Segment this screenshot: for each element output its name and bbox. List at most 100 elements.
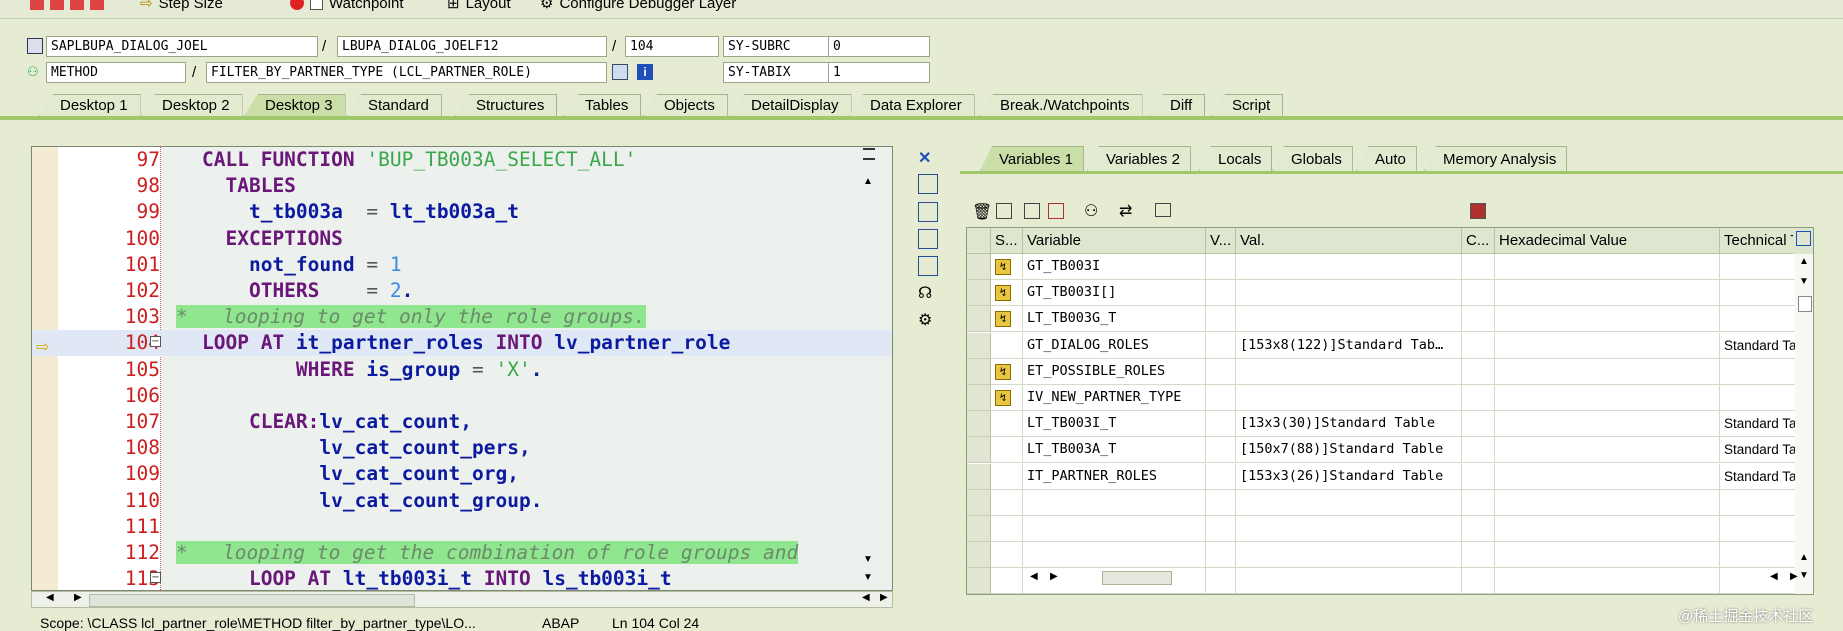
variable-cell[interactable] <box>1023 542 1206 569</box>
scroll-left-icon[interactable]: ◀ <box>1030 571 1038 582</box>
row-selector[interactable] <box>967 332 991 359</box>
hierarchy-icon[interactable]: ⚇ <box>1084 201 1098 221</box>
table-row[interactable] <box>967 542 1813 569</box>
code-line[interactable]: 101 not_found = 1 <box>32 252 892 278</box>
close-icon[interactable]: ✕ <box>918 148 936 167</box>
status-cell[interactable] <box>991 463 1023 490</box>
fold-toggle-icon[interactable]: − <box>150 572 161 584</box>
value-cell[interactable]: [150x7(88)]Standard Table <box>1236 437 1462 464</box>
value-cell[interactable]: [13x3(30)]Standard Table <box>1236 411 1462 438</box>
tab-diff[interactable]: Diff <box>1149 94 1206 116</box>
table-row[interactable]: ↯ IV_NEW_PARTNER_TYPE <box>967 385 1813 411</box>
scroll-up-icon[interactable]: ▲ <box>1799 552 1809 563</box>
value-cell[interactable] <box>1236 385 1462 411</box>
code-line[interactable]: 108 lv_cat_count_pers, <box>32 435 892 461</box>
step-return-icon[interactable] <box>70 0 84 10</box>
step-over-icon[interactable] <box>50 0 64 10</box>
variable-cell[interactable] <box>1023 489 1206 516</box>
tab-tables[interactable]: Tables <box>564 94 642 116</box>
watch-variable-icon[interactable]: ↯ <box>995 363 1011 380</box>
table-row[interactable]: ↯ ET_POSSIBLE_ROLES <box>967 358 1813 385</box>
code-line[interactable]: 111 <box>32 514 892 540</box>
table-row[interactable]: ↯ GT_TB003I[] <box>967 280 1813 307</box>
watch-variable-icon[interactable]: ↯ <box>995 285 1011 302</box>
table-row[interactable]: GT_DIALOG_ROLES [153x8(122)]Standard Tab…… <box>967 332 1813 359</box>
v-cell[interactable] <box>1206 411 1236 438</box>
status-cell[interactable] <box>991 411 1023 438</box>
row-selector[interactable] <box>967 358 991 385</box>
c-cell[interactable] <box>1462 463 1495 490</box>
v-cell[interactable] <box>1206 437 1236 464</box>
status-cell[interactable]: ↯ <box>991 306 1023 333</box>
scroll-right-icon[interactable]: ▶ <box>1790 571 1798 582</box>
variable-cell[interactable]: IV_NEW_PARTNER_TYPE <box>1023 385 1206 411</box>
hex-cell[interactable] <box>1495 411 1720 438</box>
scroll-right-icon[interactable]: ▶ <box>74 592 82 603</box>
value-cell[interactable]: [153x3(26)]Standard Table <box>1236 463 1462 490</box>
code-line[interactable]: 98 TABLES <box>32 173 892 199</box>
scroll-top-icon[interactable] <box>863 148 875 160</box>
v-cell[interactable] <box>1206 358 1236 385</box>
hex-cell[interactable] <box>1495 280 1720 307</box>
c-cell[interactable] <box>1462 542 1495 569</box>
code-line[interactable]: 105 WHERE is_group = 'X'. <box>32 357 892 383</box>
v-cell[interactable] <box>1206 385 1236 411</box>
value-cell[interactable] <box>1236 254 1462 280</box>
tab-globals[interactable]: Globals <box>1272 146 1353 171</box>
event-type-field[interactable]: METHOD <box>46 62 186 83</box>
scroll-thumb[interactable] <box>1102 571 1172 585</box>
change-icon[interactable] <box>1048 203 1064 219</box>
tab-locals[interactable]: Locals <box>1199 146 1273 171</box>
scroll-thumb[interactable] <box>1798 296 1812 312</box>
status-cell[interactable] <box>991 489 1023 516</box>
v-cell[interactable] <box>1206 542 1236 569</box>
code-line[interactable]: 100 EXCEPTIONS <box>32 226 892 252</box>
status-cell[interactable]: ↯ <box>991 280 1023 307</box>
scroll-left-icon[interactable]: ◀ <box>46 592 54 603</box>
value-cell[interactable] <box>1236 516 1462 542</box>
scroll-up-icon[interactable]: ▲ <box>863 176 873 187</box>
v-cell[interactable] <box>1206 306 1236 333</box>
table-row[interactable]: LT_TB003I_T [13x3(30)]Standard Table Stand… <box>967 411 1813 438</box>
table-row[interactable] <box>967 489 1813 516</box>
tab-detaildisplay[interactable]: DetailDisplay <box>730 94 852 116</box>
value-cell[interactable] <box>1236 306 1462 333</box>
code-line[interactable]: 102 OTHERS = 2. <box>32 278 892 304</box>
replace-tool-icon[interactable] <box>918 202 938 222</box>
row-selector[interactable] <box>967 437 991 464</box>
code-line[interactable]: 107 CLEAR:lv_cat_count, <box>32 409 892 435</box>
code-line[interactable]: 110 lv_cat_count_group. <box>32 488 892 514</box>
status-cell[interactable]: ↯ <box>991 385 1023 411</box>
hex-cell[interactable] <box>1495 254 1720 280</box>
grid-hscrollbar[interactable]: ◀ ▶ ◀ ▶ <box>1020 569 1820 587</box>
status-cell[interactable] <box>991 516 1023 542</box>
hex-cell[interactable] <box>1495 516 1720 542</box>
tab-breakpoints[interactable]: Break./Watchpoints <box>979 94 1143 116</box>
row-selector[interactable] <box>967 254 991 280</box>
scroll-left-icon[interactable]: ◀ <box>1770 571 1778 582</box>
c-cell[interactable] <box>1462 516 1495 542</box>
status-cell[interactable] <box>991 542 1023 569</box>
col-header-v[interactable]: V... <box>1206 228 1236 254</box>
tab-desktop-3[interactable]: Desktop 3 <box>244 94 346 116</box>
row-selector[interactable] <box>967 542 991 569</box>
row-selector[interactable] <box>967 516 991 542</box>
watch-variable-icon[interactable]: ↯ <box>995 259 1011 275</box>
tab-desktop-1[interactable]: Desktop 1 <box>39 94 141 116</box>
scroll-thumb[interactable] <box>89 594 415 607</box>
tab-objects[interactable]: Objects <box>643 94 728 116</box>
variable-cell[interactable]: LT_TB003A_T <box>1023 437 1206 464</box>
layout-button[interactable]: ⊞ Layout <box>447 0 511 13</box>
row-selector[interactable] <box>967 385 991 411</box>
c-cell[interactable] <box>1462 437 1495 464</box>
variable-cell[interactable]: GT_TB003I[] <box>1023 280 1206 307</box>
c-cell[interactable] <box>1462 280 1495 307</box>
c-cell[interactable] <box>1462 385 1495 411</box>
row-selector[interactable] <box>967 280 991 307</box>
scroll-right-icon[interactable]: ▶ <box>880 592 888 603</box>
folder-icon[interactable] <box>1155 203 1171 217</box>
col-header-variable[interactable]: Variable <box>1023 228 1206 254</box>
detail-icon[interactable] <box>996 203 1012 219</box>
c-cell[interactable] <box>1462 332 1495 359</box>
v-cell[interactable] <box>1206 280 1236 307</box>
